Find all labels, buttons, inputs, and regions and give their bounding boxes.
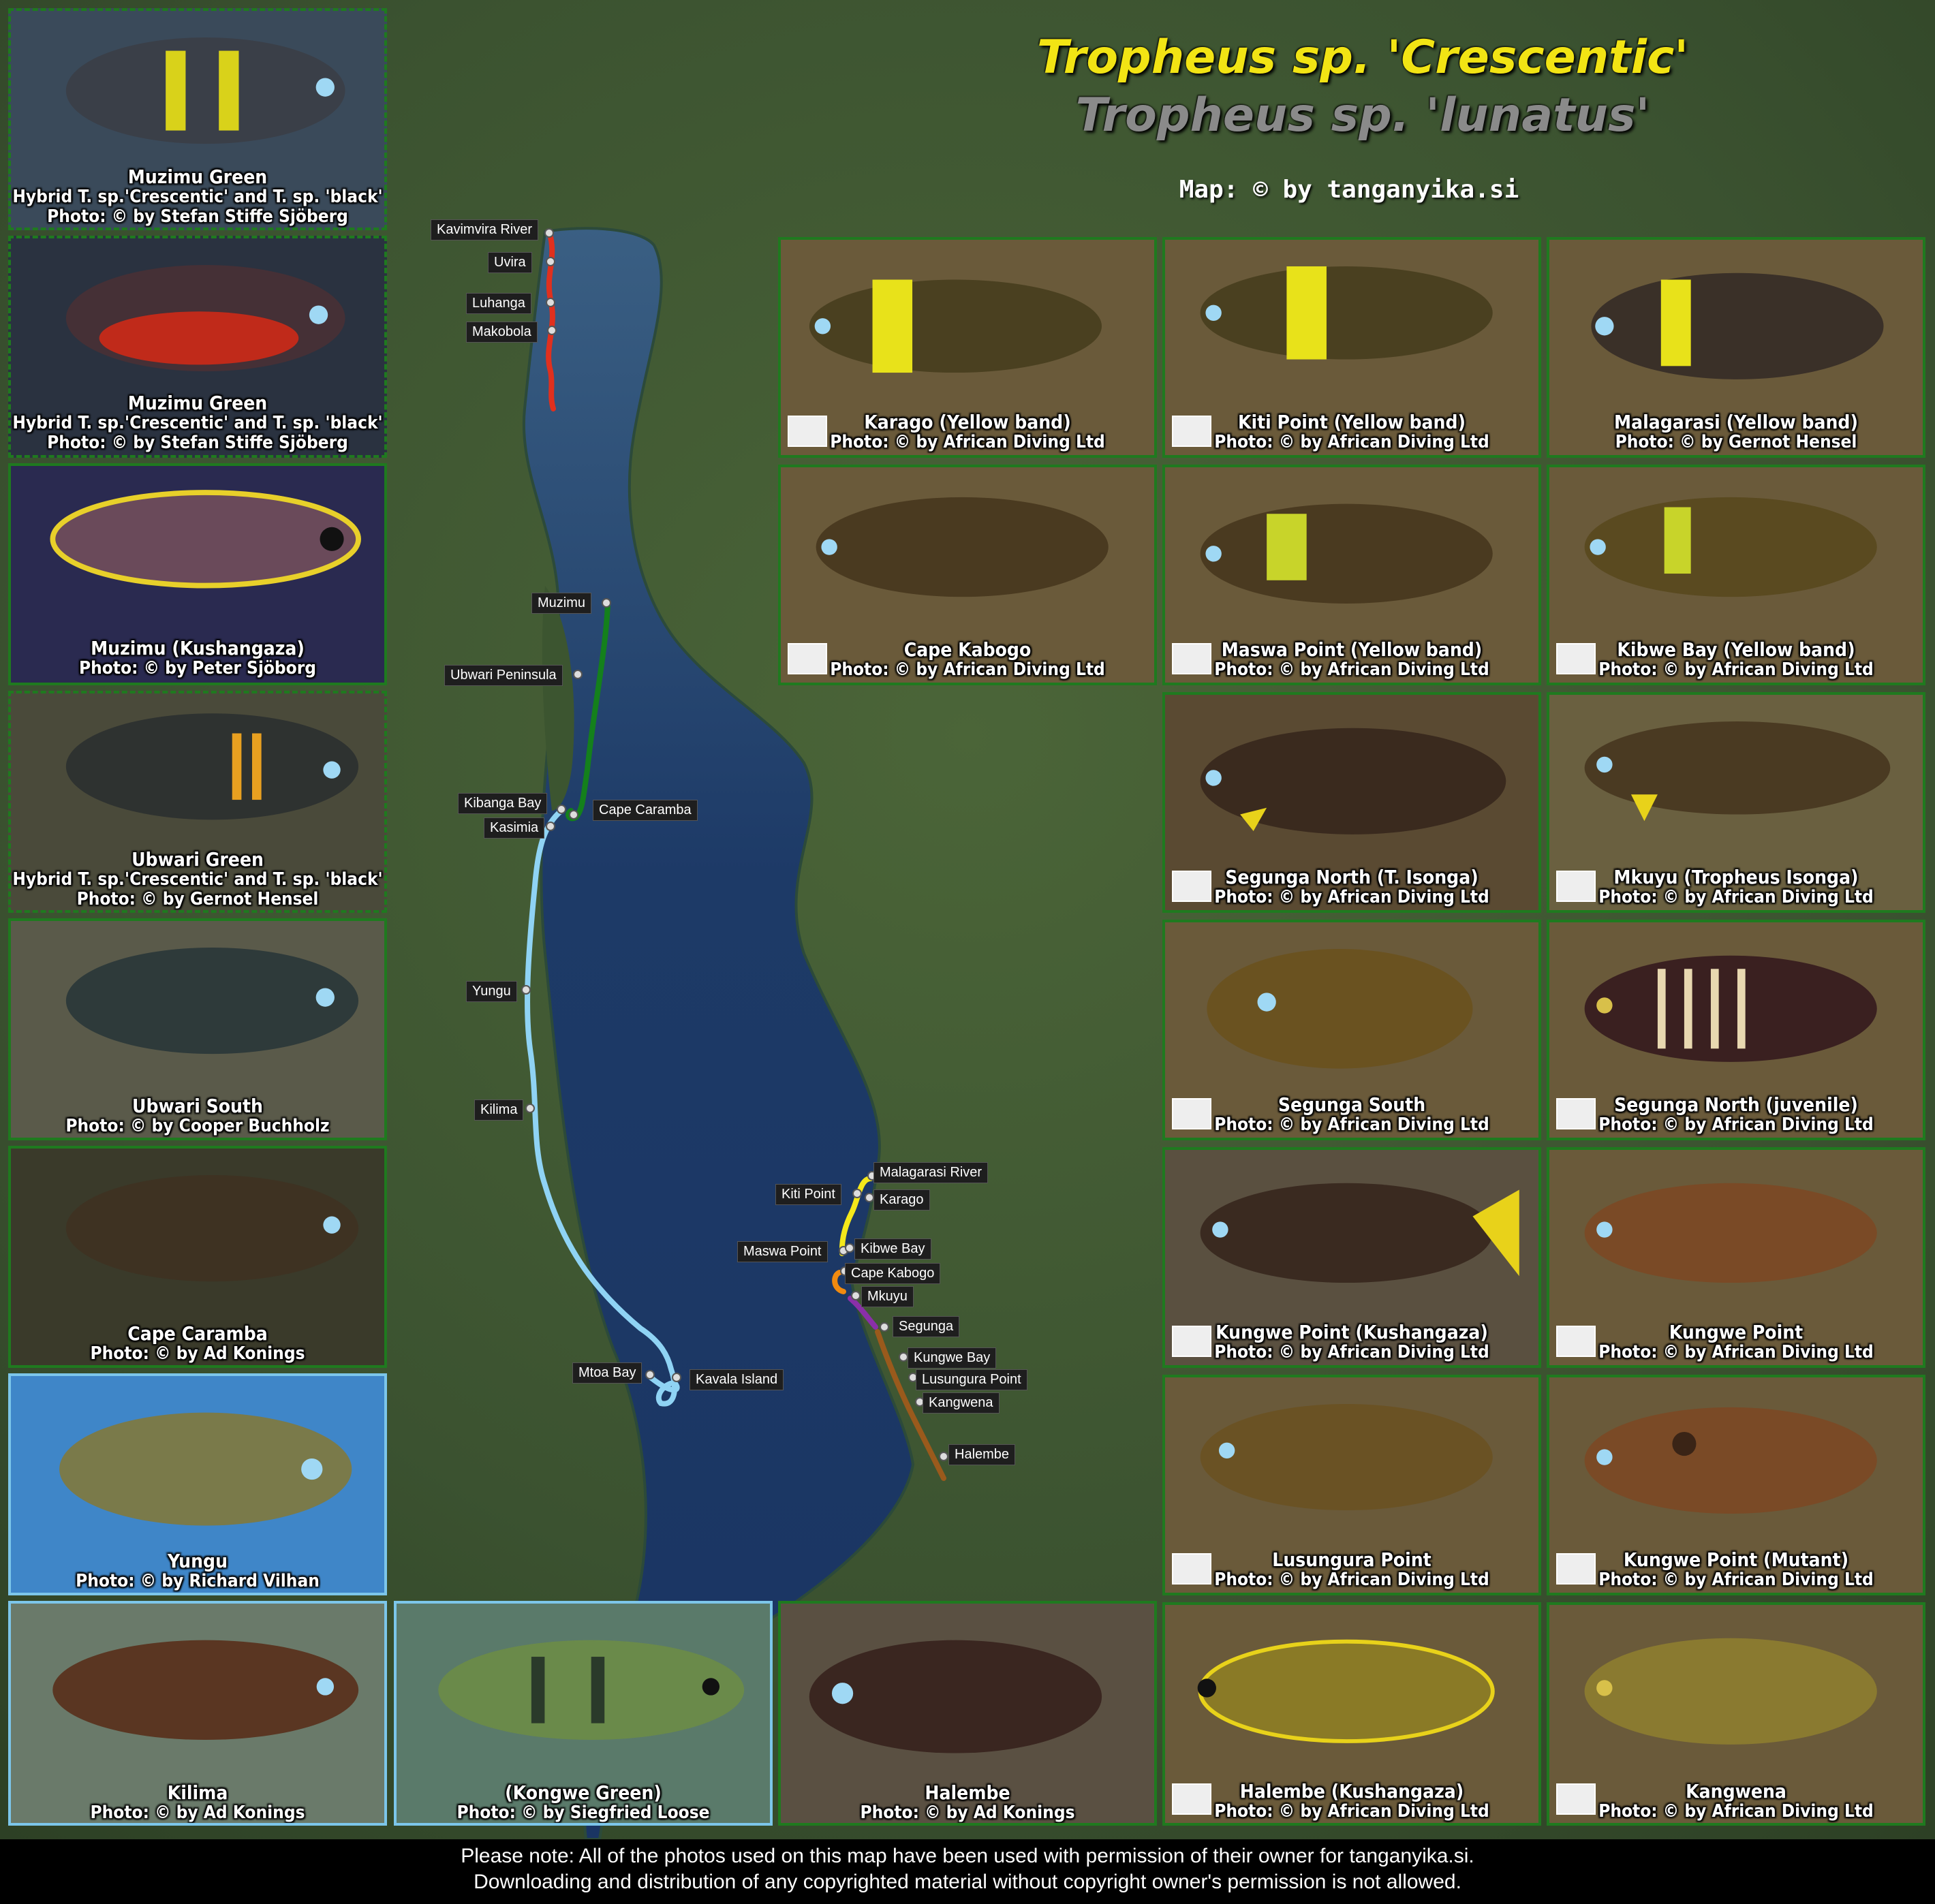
- label-karago: Karago: [873, 1189, 930, 1211]
- dot-kavala: [672, 1373, 681, 1382]
- dot-ubwari: [573, 670, 583, 679]
- dot-halembe: [939, 1452, 948, 1461]
- label-kavimvira-river: Kavimvira River: [431, 219, 539, 240]
- photo-lusungura-point: Lusungura Point Photo: © by African Divin…: [1162, 1375, 1541, 1595]
- photo-mkuyu: Mkuyu (Tropheus Isonga) Photo: © by Afric…: [1547, 692, 1925, 913]
- label-segunga: Segunga: [893, 1316, 960, 1337]
- dot-yungu: [521, 985, 531, 995]
- photo-cape-caramba: Cape Caramba Photo: © by Ad Konings: [8, 1146, 387, 1368]
- photo-kungwe-point-kushangaza: Kungwe Point (Kushangaza) Photo: © by Afr…: [1162, 1147, 1541, 1368]
- dot-kibanga: [557, 805, 566, 814]
- dot-kavimvira: [544, 228, 554, 238]
- label-luhanga: Luhanga: [466, 293, 531, 314]
- photo-kungwe-point: Kungwe Point Photo: © by African Diving L…: [1547, 1147, 1925, 1368]
- label-kiti-point: Kiti Point: [775, 1184, 841, 1205]
- title-lunatus: Tropheus sp. 'lunatus': [1075, 89, 1650, 142]
- dot-mkuyu: [851, 1291, 861, 1300]
- dot-muzimu: [602, 598, 611, 608]
- photo-malagarasi: Malagarasi (Yellow band) Photo: © by Gern…: [1547, 237, 1925, 458]
- label-kavala-island: Kavala Island: [690, 1369, 784, 1390]
- photo-kungwe-point-mutant: Kungwe Point (Mutant) Photo: © by African…: [1547, 1375, 1925, 1595]
- label-kungwe-bay: Kungwe Bay: [908, 1347, 997, 1369]
- dot-karago: [865, 1193, 874, 1202]
- dot-uvira: [546, 257, 555, 266]
- photo-kangwena: Kangwena Photo: © by African Diving Ltd: [1547, 1602, 1925, 1826]
- photo-cape-kabogo: Cape Kabogo Photo: © by African Diving Lt…: [778, 465, 1157, 685]
- route-green: [566, 600, 610, 822]
- photo-muzimu-green-1: Muzimu Green Hybrid T. sp.'Crescentic' an…: [8, 8, 387, 230]
- title-crescentic: Tropheus sp. 'Crescentic': [1036, 31, 1689, 84]
- photo-muzimu-green-2: Muzimu Green Hybrid T. sp.'Crescentic' an…: [8, 236, 387, 458]
- photo-ubwari-green: Ubwari Green Hybrid T. sp.'Crescentic' an…: [8, 691, 387, 913]
- photo-segunga-south: Segunga South Photo: © by African Diving …: [1162, 920, 1541, 1140]
- photo-maswa-point: Maswa Point (Yellow band) Photo: © by Afr…: [1162, 465, 1541, 685]
- photo-kiti-point: Kiti Point (Yellow band) Photo: © by Afri…: [1162, 237, 1541, 458]
- label-muzimu: Muzimu: [531, 593, 592, 614]
- label-kibwe-bay: Kibwe Bay: [854, 1238, 931, 1260]
- label-yungu: Yungu: [466, 981, 517, 1002]
- photo-karago: Karago (Yellow band) Photo: © by African …: [778, 237, 1157, 458]
- dot-luhanga: [546, 298, 555, 307]
- footer-line-2: Downloading and distribution of any copy…: [474, 1871, 1461, 1893]
- label-halembe: Halembe: [948, 1444, 1016, 1465]
- photo-kibwe-bay: Kibwe Bay (Yellow band) Photo: © by Afric…: [1547, 465, 1925, 685]
- map-credit: Map: © by tanganyika.si: [1179, 176, 1519, 204]
- dot-cape-caramba: [569, 810, 578, 820]
- photo-kongwe-green: (Kongwe Green) Photo: © by Siegfried Loos…: [394, 1601, 773, 1826]
- photo-segunga-north-juvenile: Segunga North (juvenile) Photo: © by Afri…: [1547, 920, 1925, 1140]
- photo-halembe-kushangaza: Halembe (Kushangaza) Photo: © by African …: [1162, 1602, 1541, 1826]
- footer-notice: Please note: All of the photos used on t…: [0, 1839, 1935, 1904]
- route-lightblue: [525, 808, 680, 1407]
- label-maswa-point: Maswa Point: [737, 1241, 828, 1262]
- label-cape-caramba: Cape Caramba: [593, 800, 698, 821]
- photo-segunga-north-isonga: Segunga North (T. Isonga) Photo: © by Afr…: [1162, 692, 1541, 913]
- label-ubwari-peninsula: Ubwari Peninsula: [444, 665, 563, 686]
- dot-kasimia: [546, 822, 555, 831]
- label-malagarasi-river: Malagarasi River: [873, 1162, 989, 1183]
- dot-segunga: [880, 1322, 889, 1332]
- dot-makobola: [547, 326, 557, 335]
- photo-halembe: Halembe Photo: © by Ad Konings: [778, 1601, 1157, 1826]
- dot-kungwe-bay: [899, 1352, 908, 1362]
- dot-mtoa: [645, 1370, 655, 1379]
- label-mtoa-bay: Mtoa Bay: [572, 1362, 643, 1384]
- photo-kilima: Kilima Photo: © by Ad Konings: [8, 1601, 387, 1826]
- label-uvira: Uvira: [488, 252, 532, 273]
- label-kasimia: Kasimia: [484, 817, 545, 839]
- label-makobola: Makobola: [466, 322, 538, 343]
- label-kangwena: Kangwena: [923, 1392, 1000, 1414]
- dot-kibwe: [845, 1243, 854, 1253]
- label-mkuyu: Mkuyu: [861, 1286, 914, 1307]
- photo-yungu: Yungu Photo: © by Richard Vilhan: [8, 1373, 387, 1595]
- dot-kilima: [525, 1104, 535, 1113]
- dot-kiti: [852, 1189, 862, 1198]
- label-cape-kabogo: Cape Kabogo: [845, 1263, 941, 1284]
- photo-ubwari-south: Ubwari South Photo: © by Cooper Buchholz: [8, 918, 387, 1140]
- label-kilima: Kilima: [474, 1099, 524, 1121]
- photo-muzimu-kushangaza: Muzimu (Kushangaza) Photo: © by Peter Sjö…: [8, 463, 387, 685]
- label-kibanga-bay: Kibanga Bay: [458, 793, 548, 814]
- route-orange: [832, 1270, 846, 1294]
- footer-line-1: Please note: All of the photos used on t…: [461, 1845, 1474, 1867]
- label-lusungura-point: Lusungura Point: [916, 1369, 1027, 1390]
